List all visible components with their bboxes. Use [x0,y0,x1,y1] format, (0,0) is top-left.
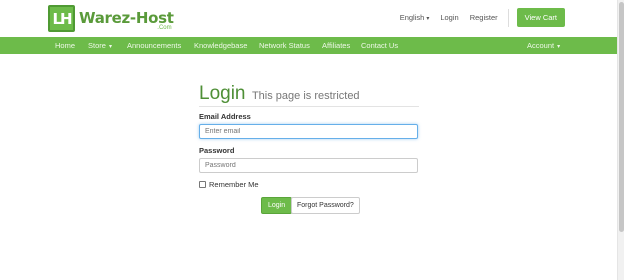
nav-store-label: Store [88,41,106,50]
nav-account-label: Account [527,41,555,50]
nav-home[interactable]: Home [55,41,75,50]
register-link[interactable]: Register [470,13,498,22]
login-form: Login This page is restricted Email Addr… [199,83,419,214]
nav-store[interactable]: Store ▾ [88,41,112,50]
logo-mark: LH [48,5,75,32]
page-title: Login [199,83,246,104]
main-navbar: Home Store ▾ Announcements Knowledgebase … [0,37,617,54]
page-header: Login This page is restricted [199,83,419,107]
checkbox-icon[interactable] [199,181,206,188]
top-links: English ▾ Login Register View Cart [389,8,565,27]
nav-knowledgebase[interactable]: Knowledgebase [194,41,247,50]
logo-text: Warez-Host .Com [79,9,174,31]
view-cart-button[interactable]: View Cart [516,8,565,27]
login-link[interactable]: Login [440,13,458,22]
password-field[interactable] [199,158,418,173]
scrollbar-thumb[interactable] [619,2,624,232]
nav-network-status[interactable]: Network Status [259,41,310,50]
language-selector[interactable]: English ▾ [400,13,430,22]
remember-label: Remember Me [209,180,259,189]
vertical-scrollbar[interactable] [617,0,624,280]
nav-announcements[interactable]: Announcements [127,41,181,50]
nav-affiliates[interactable]: Affiliates [322,41,350,50]
nav-contact-us[interactable]: Contact Us [361,41,398,50]
login-button[interactable]: Login [261,197,293,214]
remember-me[interactable]: Remember Me [199,180,259,189]
forgot-password-button[interactable]: Forgot Password? [291,197,360,214]
email-field[interactable] [199,124,418,139]
brand-sub: .Com [157,25,172,31]
password-label: Password [199,146,235,155]
language-label: English [399,13,425,22]
logo-letters: LH [52,9,72,28]
divider [507,8,509,27]
nav-account[interactable]: Account ▾ [527,41,560,50]
logo[interactable]: LH Warez-Host .Com [48,4,174,33]
email-label: Email Address [199,112,251,121]
header: LH Warez-Host .Com English ▾ Login Regist… [0,0,617,37]
caret-down-icon: ▾ [557,44,561,50]
caret-down-icon: ▾ [426,16,430,22]
page-subtitle: This page is restricted [251,90,360,102]
caret-down-icon: ▾ [108,44,112,50]
